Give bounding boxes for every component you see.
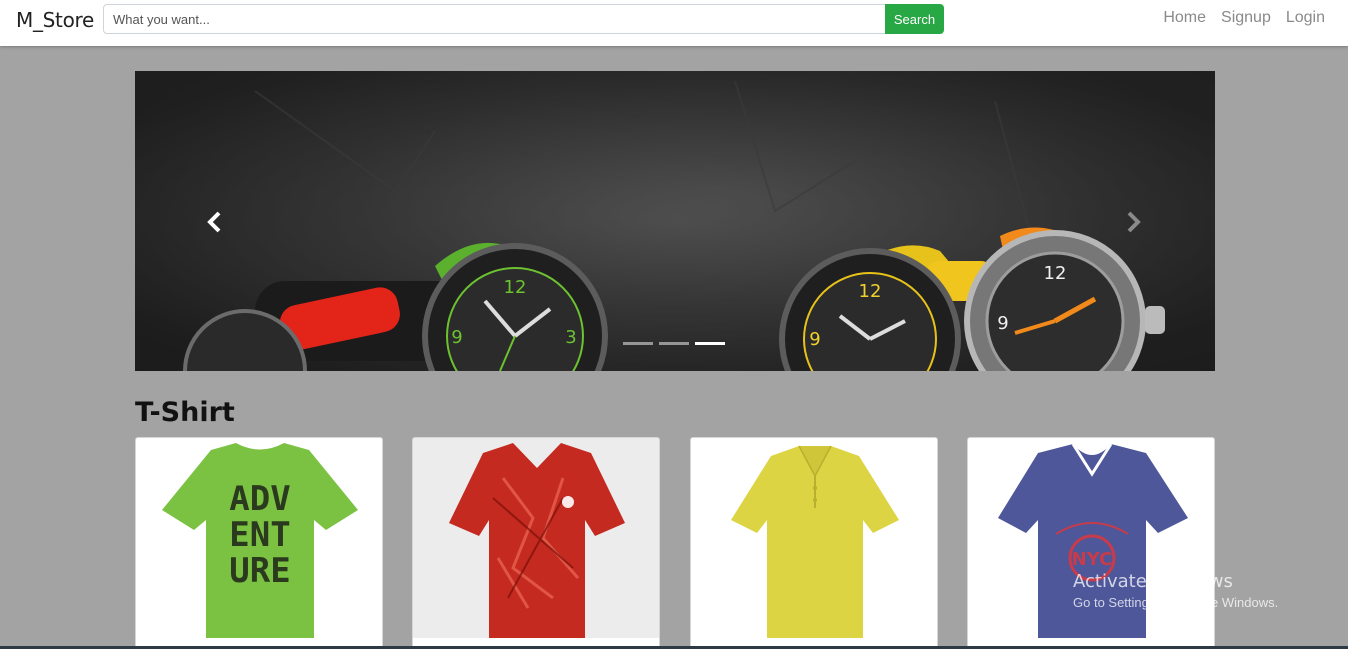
navbar: M_Store Search Home Signup Login (0, 0, 1348, 46)
yellow-polo-image (731, 445, 899, 638)
print-line-3: URE (229, 551, 290, 591)
carousel-indicators (623, 342, 725, 345)
print-line-1: ADV (229, 479, 290, 519)
nav-login-link[interactable]: Login (1286, 9, 1325, 27)
brand-logo[interactable]: M_Store (16, 8, 94, 32)
search-input[interactable] (103, 4, 885, 34)
svg-text:NYC: NYC (1072, 549, 1113, 570)
carousel-prev-button[interactable] (205, 210, 225, 234)
hero-carousel: 12 9 3 12 9 12 9 (135, 71, 1215, 371)
nav-signup-link[interactable]: Signup (1221, 9, 1271, 27)
carousel-indicator-2[interactable] (659, 342, 689, 345)
nav-home-link[interactable]: Home (1163, 9, 1206, 27)
product-card-navy-tshirt[interactable]: NYC (967, 437, 1215, 649)
product-card-green-tshirt[interactable]: ADV ENT URE (135, 437, 383, 649)
product-card-red-tshirt[interactable] (412, 437, 660, 649)
carousel-indicator-1[interactable] (623, 342, 653, 345)
green-tshirt-image: ADV ENT URE (162, 443, 358, 638)
product-card-yellow-polo[interactable] (690, 437, 938, 649)
nav-links: Home Signup Login (1163, 9, 1325, 27)
svg-text:12: 12 (504, 277, 527, 298)
search-button[interactable]: Search (885, 4, 944, 34)
carousel-indicator-3[interactable] (695, 342, 725, 345)
chevron-left-icon (207, 211, 221, 233)
svg-text:9: 9 (809, 329, 820, 350)
watches-banner-image: 12 9 3 12 9 12 9 (135, 71, 1215, 371)
svg-text:12: 12 (859, 281, 882, 302)
navy-tshirt-image: NYC (998, 443, 1188, 638)
svg-text:9: 9 (451, 327, 462, 348)
chevron-right-icon (1127, 211, 1141, 233)
carousel-next-button[interactable] (1123, 210, 1143, 234)
svg-text:9: 9 (997, 313, 1008, 334)
svg-text:12: 12 (1044, 263, 1067, 284)
red-tshirt-image (413, 443, 659, 649)
svg-text:3: 3 (565, 327, 576, 348)
section-title: T-Shirt (135, 397, 235, 428)
print-line-2: ENT (229, 515, 290, 555)
